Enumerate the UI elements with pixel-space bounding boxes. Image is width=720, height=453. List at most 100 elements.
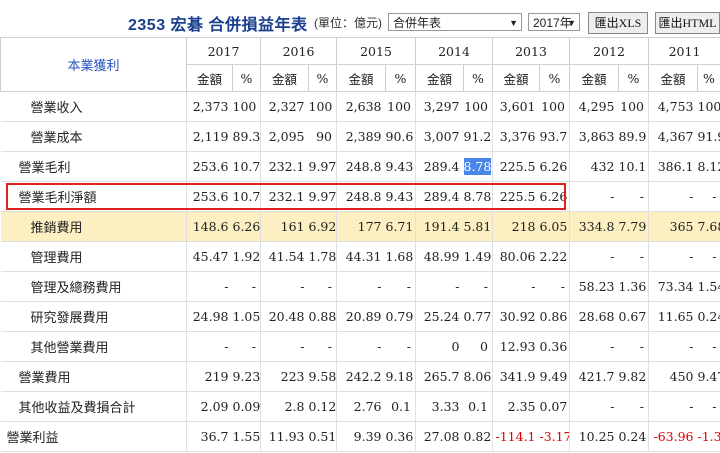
percent-cell: 0.09 [232,391,261,422]
amount-cell: 2.76 [336,391,386,422]
percent-cell: 7.79 [618,211,649,242]
row-label: 推銷費用 [0,211,187,242]
table-row: 其他收益及費損合計 2.09 0.09 2.8 0.12 2.76 0.1 3.33 0.1 2.… [0,391,720,422]
percent-header: % [539,64,570,92]
report-type-select[interactable]: 合併年表 ▼ [388,13,522,31]
amount-header: 金額 [648,64,698,92]
percent-header: % [385,64,416,92]
percent-cell: 1.92 [232,241,261,272]
export-xls-button[interactable]: 匯出XLS [588,12,648,34]
amount-cell: 148.6 [186,211,233,242]
amount-cell: - [648,391,698,422]
percent-cell: - [308,271,337,302]
amount-cell: 2,095 [260,121,309,152]
percent-cell: 100 [232,91,261,122]
amount-cell: 2,373 [186,91,233,122]
percent-cell: 90 [308,121,337,152]
percent-cell: 100 [463,91,493,122]
table-row: 營業利益 36.7 1.55 11.93 0.51 9.39 0.36 27.08 0.82 -1… [0,421,720,452]
amount-cell: 3,297 [415,91,464,122]
percent-cell: - [232,331,261,362]
percent-cell: 1.54 [697,271,720,302]
percent-cell: 100 [385,91,416,122]
amount-cell: 232.1 [260,181,309,212]
amount-cell: 11.93 [260,421,309,452]
amount-cell: 73.34 [648,271,698,302]
amount-cell: 232.1 [260,151,309,182]
percent-cell: 2.22 [539,241,570,272]
amount-cell: 2.35 [492,391,540,422]
percent-cell: - [385,331,416,362]
percent-cell: 0.07 [539,391,570,422]
amount-cell: - [492,271,540,302]
percent-cell: 8.78 [463,181,493,212]
amount-cell: 334.8 [569,211,619,242]
percent-cell: 90.6 [385,121,416,152]
report-type-value: 合併年表 [393,16,442,30]
unit-label: (單位：億元) [314,16,382,30]
table-row: 研究發展費用 24.98 1.05 20.48 0.88 20.89 0.79 25.24 0.… [0,301,720,332]
percent-cell: 9.58 [308,361,337,392]
percent-cell: 0.12 [308,391,337,422]
percent-cell: - [618,241,649,272]
amount-header: 金額 [569,64,619,92]
percent-cell: 0.67 [618,301,649,332]
amount-cell: 248.8 [336,181,386,212]
amount-cell: 253.6 [186,151,233,182]
amount-cell: 44.31 [336,241,386,272]
table-row: 營業成本 2,119 89.3 2,095 90 2,389 90.6 3,007 91.2 3,… [0,121,720,152]
percent-cell: 100 [697,91,720,122]
percent-cell: 0.77 [463,301,493,332]
percent-cell: 6.26 [232,211,261,242]
percent-cell: - [618,391,649,422]
percent-cell: 9.18 [385,361,416,392]
percent-cell: 10.7 [232,151,261,182]
percent-cell: - [697,241,720,272]
amount-cell: - [336,271,386,302]
percent-cell: 89.9 [618,121,649,152]
chevron-down-icon: ▼ [509,18,518,28]
amount-cell: 58.23 [569,271,619,302]
percent-cell: 10.1 [618,151,649,182]
amount-cell: - [569,391,619,422]
percent-cell: 0.36 [385,421,416,452]
percent-cell: - [697,391,720,422]
amount-cell: - [336,331,386,362]
amount-cell: 28.68 [569,301,619,332]
percent-cell: 1.55 [232,421,261,452]
percent-cell: 9.47 [697,361,720,392]
percent-cell: 9.49 [539,361,570,392]
percent-cell: 9.43 [385,151,416,182]
year-header-2011: 2011 [648,37,720,65]
amount-cell: 30.92 [492,301,540,332]
percent-cell: 0.51 [308,421,337,452]
amount-cell: -114.1 [492,421,540,452]
amount-cell: 365 [648,211,698,242]
percent-cell: -3.17 [539,421,570,452]
year-header-2012: 2012 [569,37,649,65]
amount-cell: 421.7 [569,361,619,392]
percent-cell: 0.24 [697,301,720,332]
amount-cell: 248.8 [336,151,386,182]
amount-cell: 177 [336,211,386,242]
amount-cell: 12.93 [492,331,540,362]
amount-cell: 225.5 [492,181,540,212]
amount-cell: 191.4 [415,211,464,242]
amount-header: 金額 [260,64,309,92]
table-row: 營業毛利淨額 253.6 10.7 232.1 9.97 248.8 9.43 289.4 8.… [0,181,720,212]
percent-header: % [232,64,261,92]
amount-cell: - [186,331,233,362]
percent-cell: 9.23 [232,361,261,392]
percent-cell: 1.68 [385,241,416,272]
table-row: 管理及總務費用----------58.231.3673.341.54 [0,271,720,302]
row-label: 營業成本 [0,121,187,152]
percent-cell: - [232,271,261,302]
year-select[interactable]: 2017年 ▼ [528,13,580,31]
year-header-2015: 2015 [336,37,416,65]
row-label: 管理費用 [0,241,187,272]
row-label: 營業毛利淨額 [0,181,187,212]
percent-cell: 0.36 [539,331,570,362]
percent-cell: 100 [618,91,649,122]
amount-header: 金額 [492,64,540,92]
export-html-button[interactable]: 匯出HTML [655,12,720,34]
